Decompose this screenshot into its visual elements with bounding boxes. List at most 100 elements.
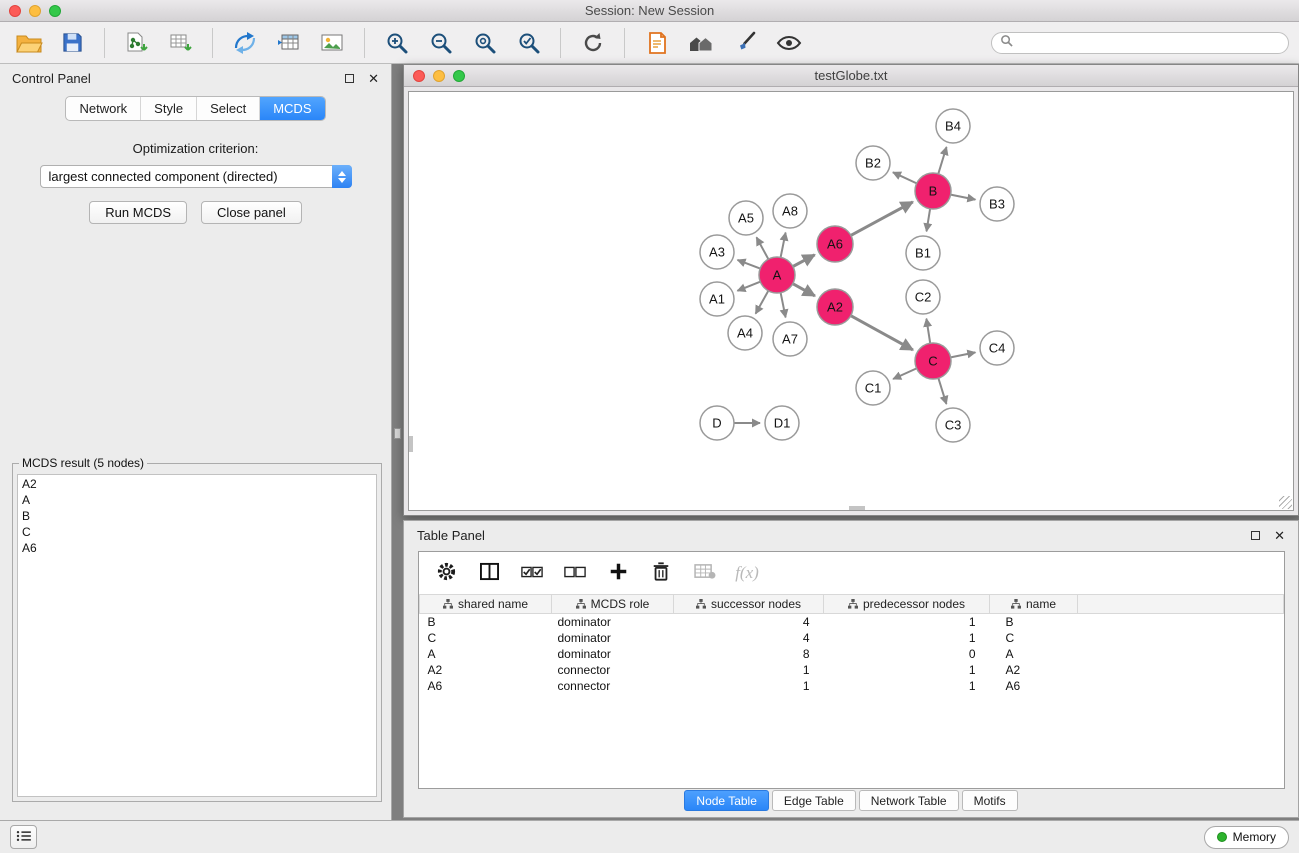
table-settings-button[interactable] — [435, 562, 457, 584]
graph-edge[interactable] — [756, 291, 769, 314]
graph-edge[interactable] — [781, 233, 786, 258]
search-input[interactable] — [1018, 35, 1280, 50]
delete-column-button[interactable] — [650, 562, 672, 584]
graph-edge[interactable] — [738, 260, 761, 269]
graph-edge[interactable] — [938, 378, 946, 404]
table-cell[interactable]: dominator — [552, 646, 674, 662]
add-column-button[interactable] — [607, 562, 629, 584]
graph-node-C4[interactable]: C4 — [980, 331, 1014, 365]
table-panel-float-button[interactable] — [1251, 531, 1260, 540]
graph-edge[interactable] — [793, 255, 815, 267]
tab-node-table[interactable]: Node Table — [684, 790, 769, 811]
graph-node-B[interactable]: B — [915, 173, 951, 209]
graph-edge[interactable] — [757, 237, 769, 259]
resize-grip-icon[interactable] — [1279, 496, 1292, 509]
close-window-button[interactable] — [9, 5, 21, 17]
open-document-button[interactable] — [638, 27, 675, 59]
graph-edge[interactable] — [951, 352, 976, 357]
import-network-from-file-button[interactable] — [118, 27, 155, 59]
select-all-button[interactable] — [521, 562, 543, 584]
table-cell[interactable]: A6 — [420, 678, 552, 694]
control-panel-close-button[interactable]: ✕ — [368, 72, 379, 85]
deselect-all-button[interactable] — [564, 562, 586, 584]
table-cell[interactable]: B — [420, 614, 552, 630]
search-box[interactable] — [991, 32, 1289, 54]
table-row[interactable]: Adominator80A — [420, 646, 1284, 662]
network-canvas[interactable]: B4B2BB3A8A5A6A3B1AC2A1A2A4A7C4CC1C3DD1 — [408, 91, 1294, 511]
table-cell[interactable]: A — [990, 646, 1078, 662]
graph-node-A[interactable]: A — [759, 257, 795, 293]
zoom-out-button[interactable] — [422, 27, 459, 59]
dropdown-stepper-icon[interactable] — [332, 165, 352, 188]
graph-node-A7[interactable]: A7 — [773, 322, 807, 356]
close-panel-button[interactable]: Close panel — [201, 201, 302, 224]
table-row[interactable]: Bdominator41B — [420, 614, 1284, 630]
share-network-button[interactable] — [226, 27, 263, 59]
table-cell[interactable]: 1 — [824, 678, 990, 694]
tab-edge-table[interactable]: Edge Table — [772, 790, 856, 811]
optimization-dropdown[interactable]: largest connected component (directed) — [40, 165, 352, 188]
graph-node-A6[interactable]: A6 — [817, 226, 853, 262]
tab-select[interactable]: Select — [196, 97, 259, 120]
column-header-name[interactable]: name — [990, 595, 1078, 614]
memory-button[interactable]: Memory — [1204, 826, 1289, 849]
table-cell[interactable]: 1 — [674, 662, 824, 678]
column-header-predecessor-nodes[interactable]: predecessor nodes — [824, 595, 990, 614]
tab-motifs[interactable]: Motifs — [962, 790, 1018, 811]
graph-node-A2[interactable]: A2 — [817, 289, 853, 325]
paint-button[interactable] — [726, 27, 763, 59]
graph-edge[interactable] — [793, 284, 815, 296]
graph-node-C[interactable]: C — [915, 343, 951, 379]
graph-node-D1[interactable]: D1 — [765, 406, 799, 440]
table-cell[interactable]: 1 — [824, 614, 990, 630]
import-table-from-file-button[interactable] — [162, 27, 199, 59]
table-cell[interactable]: 1 — [674, 678, 824, 694]
result-item[interactable]: A — [18, 492, 376, 508]
graph-edge[interactable] — [893, 172, 917, 183]
table-cell[interactable]: A2 — [990, 662, 1078, 678]
graph-node-B1[interactable]: B1 — [906, 236, 940, 270]
delete-table-button[interactable] — [693, 562, 715, 584]
table-cell[interactable]: C — [990, 630, 1078, 646]
tab-style[interactable]: Style — [140, 97, 196, 120]
run-mcds-button[interactable]: Run MCDS — [89, 201, 187, 224]
graph-edge[interactable] — [781, 293, 786, 318]
export-image-button[interactable] — [314, 27, 351, 59]
result-item[interactable]: A2 — [18, 476, 376, 492]
network-zoom-button[interactable] — [453, 70, 465, 82]
control-panel-float-button[interactable] — [345, 74, 354, 83]
graph-node-A4[interactable]: A4 — [728, 316, 762, 350]
zoom-selected-button[interactable] — [510, 27, 547, 59]
table-cell[interactable]: 1 — [824, 662, 990, 678]
graph-edge[interactable] — [737, 282, 760, 291]
graph-edge[interactable] — [938, 147, 946, 174]
graph-node-C2[interactable]: C2 — [906, 280, 940, 314]
home-button[interactable] — [682, 27, 719, 59]
table-row[interactable]: Cdominator41C — [420, 630, 1284, 646]
tab-network-table[interactable]: Network Table — [859, 790, 959, 811]
show-columns-button[interactable] — [478, 562, 500, 584]
graph-node-C3[interactable]: C3 — [936, 408, 970, 442]
table-cell[interactable]: 8 — [674, 646, 824, 662]
zoom-window-button[interactable] — [49, 5, 61, 17]
graph-node-A5[interactable]: A5 — [729, 201, 763, 235]
table-row[interactable]: A6connector11A6 — [420, 678, 1284, 694]
graph-node-A3[interactable]: A3 — [700, 235, 734, 269]
column-header-mcds-role[interactable]: MCDS role — [552, 595, 674, 614]
minimize-window-button[interactable] — [29, 5, 41, 17]
graph-edge[interactable] — [851, 202, 913, 236]
tab-mcds[interactable]: MCDS — [259, 97, 324, 120]
graph-edge[interactable] — [951, 195, 976, 200]
open-session-button[interactable] — [10, 27, 47, 59]
table-cell[interactable]: B — [990, 614, 1078, 630]
function-builder-button[interactable]: f(x) — [736, 562, 758, 584]
table-panel-close-button[interactable]: ✕ — [1274, 529, 1285, 542]
graph-node-A1[interactable]: A1 — [700, 282, 734, 316]
result-item[interactable]: C — [18, 524, 376, 540]
graph-node-B4[interactable]: B4 — [936, 109, 970, 143]
graph-edge[interactable] — [927, 209, 931, 232]
graph-node-B3[interactable]: B3 — [980, 187, 1014, 221]
tab-network[interactable]: Network — [66, 97, 140, 120]
mcds-result-list[interactable]: A2ABCA6 — [17, 474, 377, 797]
table-cell[interactable]: A2 — [420, 662, 552, 678]
